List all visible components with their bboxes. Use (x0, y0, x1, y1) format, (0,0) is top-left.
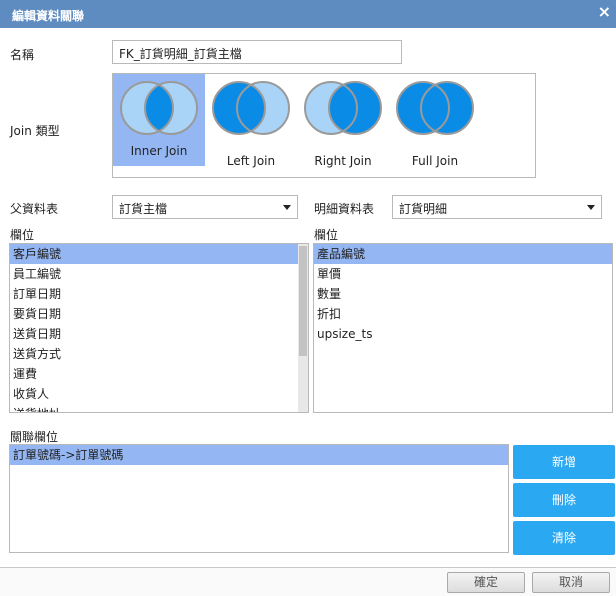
parent-fields-list[interactable]: 客戶編號 員工編號 訂單日期 要貨日期 送貨日期 送貨方式 運費 收貨人 送貨地… (9, 243, 309, 413)
name-input[interactable]: FK_訂貨明細_訂貨主檔 (112, 40, 402, 64)
detail-table-value: 訂貨明細 (399, 202, 448, 216)
scrollbar[interactable] (298, 244, 308, 412)
name-label: 名稱 (10, 48, 35, 62)
join-type-selector: Inner Join Left Join Right Join Full Joi… (112, 73, 536, 178)
list-item[interactable]: 客戶編號 (10, 244, 308, 264)
full-join-option[interactable]: Full Join (389, 74, 481, 168)
list-item[interactable]: 訂單號碼->訂單號碼 (10, 445, 508, 465)
list-item[interactable]: 送貨方式 (10, 344, 308, 364)
full-join-label: Full Join (411, 154, 459, 168)
chevron-down-icon (587, 205, 595, 210)
dialog-footer: 確定 取消 (0, 567, 616, 596)
detail-fields-list[interactable]: 產品編號 單價 數量 折扣 upsize_ts (313, 243, 613, 413)
edit-relation-dialog: 編輯資料關聯 × 名稱 FK_訂貨明細_訂貨主檔 Join 類型 Inner J… (0, 0, 616, 596)
scrollbar-thumb[interactable] (299, 246, 307, 356)
dialog-title: 編輯資料關聯 (12, 9, 85, 23)
clear-button[interactable]: 清除 (513, 521, 615, 555)
add-button[interactable]: 新增 (513, 445, 615, 479)
list-item[interactable]: upsize_ts (314, 324, 612, 344)
list-item[interactable]: 送貨地址 (10, 404, 308, 412)
delete-button[interactable]: 刪除 (513, 483, 615, 517)
list-item[interactable]: 送貨日期 (10, 324, 308, 344)
right-join-venn-icon (304, 81, 382, 135)
right-join-label: Right Join (314, 154, 372, 168)
parent-table-label: 父資料表 (10, 202, 59, 216)
list-item[interactable]: 員工編號 (10, 264, 308, 284)
parent-table-select[interactable]: 訂貨主檔 (112, 195, 298, 219)
detail-fields-label: 欄位 (314, 228, 339, 242)
relation-fields-label: 關聯欄位 (10, 430, 59, 444)
left-join-option[interactable]: Left Join (205, 74, 297, 168)
inner-join-label: Inner Join (130, 144, 188, 158)
cancel-button[interactable]: 取消 (532, 572, 610, 593)
chevron-down-icon (283, 205, 291, 210)
parent-table-value: 訂貨主檔 (119, 202, 168, 216)
relation-fields-list[interactable]: 訂單號碼->訂單號碼 (9, 444, 509, 553)
list-item[interactable]: 訂單日期 (10, 284, 308, 304)
detail-table-select[interactable]: 訂貨明細 (392, 195, 602, 219)
list-item[interactable]: 運費 (10, 364, 308, 384)
list-item[interactable]: 產品編號 (314, 244, 612, 264)
inner-join-venn-icon (120, 81, 198, 135)
left-join-label: Left Join (226, 154, 276, 168)
join-type-label: Join 類型 (10, 124, 60, 138)
inner-join-option[interactable]: Inner Join (113, 74, 205, 166)
list-item[interactable]: 收貨人 (10, 384, 308, 404)
list-item[interactable]: 折扣 (314, 304, 612, 324)
detail-table-label: 明細資料表 (314, 202, 375, 216)
list-item[interactable]: 數量 (314, 284, 612, 304)
full-join-venn-icon (396, 81, 474, 135)
left-join-venn-icon (212, 81, 290, 135)
close-icon[interactable]: × (598, 3, 611, 21)
list-item[interactable]: 單價 (314, 264, 612, 284)
right-join-option[interactable]: Right Join (297, 74, 389, 168)
parent-fields-label: 欄位 (10, 228, 35, 242)
list-item[interactable]: 要貨日期 (10, 304, 308, 324)
ok-button[interactable]: 確定 (447, 572, 525, 593)
title-bar: 編輯資料關聯 × (0, 0, 616, 28)
